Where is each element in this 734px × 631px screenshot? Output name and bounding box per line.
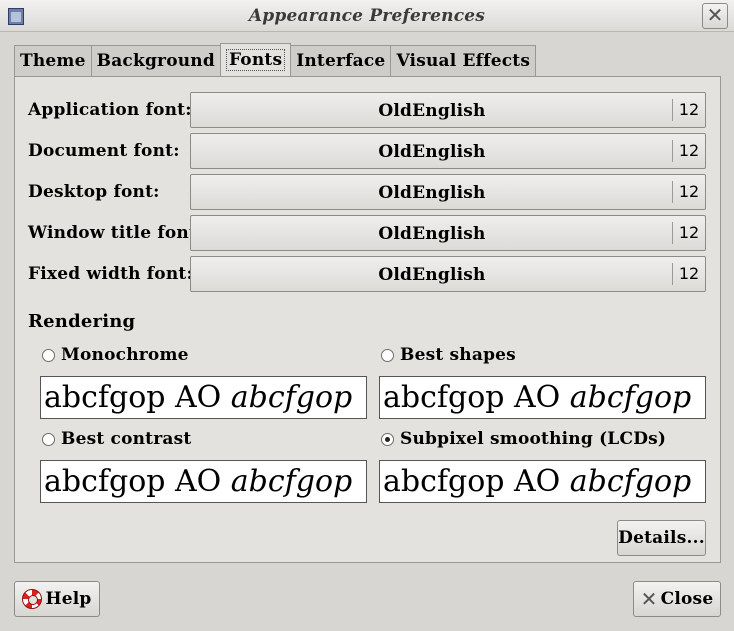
tab-label: Fonts <box>225 49 286 71</box>
subpixel-smoothing-radio-option[interactable]: Subpixel smoothing (LCDs) <box>381 429 666 449</box>
monochrome-radio[interactable] <box>42 348 55 362</box>
best-contrast-label: Best contrast <box>61 429 192 449</box>
tab-label: Theme <box>20 51 86 71</box>
tab-visual-effects[interactable]: Visual Effects <box>390 45 537 76</box>
window-title-font-row: Window title font: OldEnglish 12 <box>28 215 706 251</box>
font-name: OldEnglish <box>378 183 486 203</box>
best-contrast-radio-option[interactable]: Best contrast <box>42 429 191 449</box>
font-name: OldEnglish <box>378 224 486 244</box>
application-font-label: Application font: <box>28 100 192 120</box>
font-size: 12 <box>672 140 705 162</box>
best-contrast-radio[interactable] <box>42 432 55 446</box>
document-font-row: Document font: OldEnglish 12 <box>28 133 706 169</box>
rendering-heading: Rendering <box>28 311 136 332</box>
tab-theme[interactable]: Theme <box>14 45 92 76</box>
font-size: 12 <box>672 222 705 244</box>
sample-italic: abcfgop <box>569 464 692 499</box>
desktop-font-button[interactable]: OldEnglish 12 <box>190 174 706 210</box>
tab-bar: Theme Background Fonts Interface Visual … <box>14 43 537 77</box>
fixed-width-font-label: Fixed width font: <box>28 264 193 284</box>
sample-plain: abcfgop AO <box>383 380 570 415</box>
font-size: 12 <box>672 181 705 203</box>
window-title-font-label: Window title font: <box>28 223 204 243</box>
subpixel-smoothing-radio[interactable] <box>381 432 394 446</box>
font-name: OldEnglish <box>378 265 486 285</box>
details-label: Details... <box>618 528 705 548</box>
title-bar: Appearance Preferences ✕ <box>0 0 734 32</box>
sample-italic: abcfgop <box>230 380 353 415</box>
desktop-font-label: Desktop font: <box>28 182 160 202</box>
subpixel-smoothing-sample[interactable]: abcfgop AO abcfgop <box>379 460 706 503</box>
close-label: Close <box>660 589 714 609</box>
font-name: OldEnglish <box>378 142 486 162</box>
fixed-width-font-row: Fixed width font: OldEnglish 12 <box>28 256 706 292</box>
monochrome-sample[interactable]: abcfgop AO abcfgop <box>40 376 367 419</box>
help-lifebuoy-icon <box>22 589 43 609</box>
font-size: 12 <box>672 99 705 121</box>
help-button[interactable]: Help <box>14 581 100 617</box>
application-font-row: Application font: OldEnglish 12 <box>28 92 706 128</box>
tab-label: Background <box>96 51 215 71</box>
document-font-label: Document font: <box>28 141 180 161</box>
document-font-button[interactable]: OldEnglish 12 <box>190 133 706 169</box>
tab-background[interactable]: Background <box>90 45 221 76</box>
best-contrast-sample[interactable]: abcfgop AO abcfgop <box>40 460 367 503</box>
fixed-width-font-button[interactable]: OldEnglish 12 <box>190 256 706 292</box>
tab-label: Visual Effects <box>396 51 531 71</box>
best-shapes-label: Best shapes <box>400 345 516 365</box>
best-shapes-radio-option[interactable]: Best shapes <box>381 345 516 365</box>
sample-italic: abcfgop <box>569 380 692 415</box>
window-close-button[interactable]: ✕ <box>702 3 728 29</box>
window-title-font-button[interactable]: OldEnglish 12 <box>190 215 706 251</box>
tab-fonts[interactable]: Fonts <box>219 43 292 76</box>
application-font-button[interactable]: OldEnglish 12 <box>190 92 706 128</box>
help-label: Help <box>45 589 92 609</box>
sample-plain: abcfgop AO <box>383 464 570 499</box>
tab-label: Interface <box>296 51 386 71</box>
best-shapes-sample[interactable]: abcfgop AO abcfgop <box>379 376 706 419</box>
close-button[interactable]: ✕ Close <box>633 581 721 617</box>
desktop-font-row: Desktop font: OldEnglish 12 <box>28 174 706 210</box>
font-size: 12 <box>672 263 705 285</box>
subpixel-smoothing-label: Subpixel smoothing (LCDs) <box>400 429 667 449</box>
monochrome-label: Monochrome <box>61 345 189 365</box>
window-title: Appearance Preferences <box>248 6 486 26</box>
close-icon: ✕ <box>640 587 658 611</box>
monochrome-radio-option[interactable]: Monochrome <box>42 345 189 365</box>
font-name: OldEnglish <box>378 101 486 121</box>
tab-interface[interactable]: Interface <box>290 45 392 76</box>
sample-plain: abcfgop AO <box>44 380 231 415</box>
sample-italic: abcfgop <box>230 464 353 499</box>
details-button[interactable]: Details... <box>617 520 706 556</box>
sample-plain: abcfgop AO <box>44 464 231 499</box>
best-shapes-radio[interactable] <box>381 348 394 362</box>
